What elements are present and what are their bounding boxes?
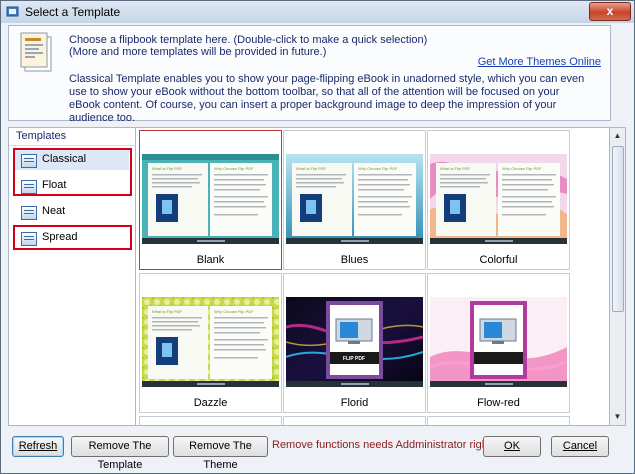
scroll-down-arrow-icon[interactable]: ▼ (610, 409, 625, 425)
close-button[interactable]: x (589, 2, 631, 21)
template-thumbnail: What is Flip PDF Why Choose Flip PDF (142, 297, 279, 387)
template-tile-blank[interactable]: What is Flip PDF Why Choose Flip PDF Bla… (139, 130, 282, 270)
ok-label: OK (504, 440, 520, 452)
refresh-label: Refresh (18, 440, 58, 452)
select-template-dialog: Select a Template x Choose a flipbook te… (0, 0, 635, 474)
flipbook-preview: What is Flip PDF Why Choose Flip PDF (286, 154, 423, 244)
page-title: Why Choose Flip PDF (358, 166, 398, 171)
template-icon (21, 206, 37, 220)
page-title: Why Choose Flip PDF (502, 166, 542, 171)
remove-theme-button[interactable]: Remove The Theme (173, 436, 268, 471)
template-tile-dazzle[interactable]: What is Flip PDF Why Choose Flip PDF Daz… (139, 273, 282, 413)
page-title: Why Choose Flip PDF (214, 166, 254, 171)
flipbook-preview: What is Flip PDF Why Choose Flip PDF (142, 297, 279, 387)
close-icon: x (606, 4, 614, 18)
gallery-scrollbar[interactable]: ▲ ▼ (609, 127, 626, 426)
template-thumbnail: What is Flip PDF Why Choose Flip PDF (142, 154, 279, 244)
page-title: What is Flip PDF (440, 166, 471, 171)
template-name: Florid (340, 397, 369, 409)
refresh-button[interactable]: Refresh (12, 436, 64, 457)
flipbook-preview: What is Flip PDF Why Choose Flip PDF (430, 154, 567, 244)
instruction-note: (More and more templates will be provide… (69, 46, 327, 58)
cancel-label: Cancel (562, 440, 598, 452)
template-name: Dazzle (193, 397, 228, 409)
sidebar-item-neat[interactable]: Neat (15, 202, 129, 222)
template-tile-colorful[interactable]: What is Flip PDF Why Choose Flip PDF Col… (427, 130, 570, 270)
template-thumbnail: What is Flip PDF Why Choose Flip PDF (430, 154, 567, 244)
get-more-themes-link[interactable]: Get More Themes Online (478, 56, 601, 68)
template-gallery: What is Flip PDF Why Choose Flip PDF Bla… (135, 127, 611, 426)
template-document-icon (20, 32, 52, 72)
template-tile-flow-red[interactable]: Flow-red (427, 273, 570, 413)
template-tile-partial[interactable] (427, 416, 570, 425)
title-bar[interactable]: Select a Template x (1, 1, 634, 23)
app-icon (6, 6, 19, 17)
admin-rights-warning: Remove functions needs Addministrator ri… (272, 439, 500, 451)
scroll-thumb[interactable] (612, 146, 624, 312)
button-bar: Refresh Remove The Template Remove The T… (1, 427, 634, 473)
highlight-box (13, 148, 132, 196)
template-tile-florid[interactable]: FLIP PDF Florid (283, 273, 426, 413)
template-name: Flow-red (477, 397, 520, 409)
sidebar-header: Templates (9, 128, 135, 146)
flipbook-preview (430, 297, 567, 387)
flipbook-preview: FLIP PDF (286, 297, 423, 387)
template-name: Blank (196, 254, 225, 266)
template-name: Colorful (479, 254, 518, 266)
template-thumbnail (430, 297, 567, 387)
page-title: What is Flip PDF (152, 166, 183, 171)
remove-template-label: Remove The Template (88, 440, 152, 471)
template-tile-blues[interactable]: What is Flip PDF Why Choose Flip PDF Blu… (283, 130, 426, 270)
templates-sidebar: Templates Classical Float Neat Spread (8, 127, 136, 426)
cancel-button[interactable]: Cancel (551, 436, 609, 457)
highlight-box (13, 225, 132, 250)
sidebar-item-label: Neat (42, 205, 66, 217)
page-title: Why Choose Flip PDF (214, 309, 254, 314)
template-description: Classical Template enables you to show y… (69, 73, 585, 124)
info-panel: Choose a flipbook template here. (Double… (8, 25, 611, 124)
template-thumbnail: What is Flip PDF Why Choose Flip PDF (286, 154, 423, 244)
remove-template-button[interactable]: Remove The Template (71, 436, 169, 471)
template-tile-partial[interactable] (283, 416, 426, 425)
template-thumbnail: FLIP PDF (286, 297, 423, 387)
scroll-up-arrow-icon[interactable]: ▲ (610, 128, 625, 144)
instruction-text: Choose a flipbook template here. (Double… (69, 34, 428, 46)
window-title: Select a Template (25, 5, 121, 19)
cover-title: FLIP PDF (343, 356, 365, 362)
remove-theme-label: Remove The Theme (189, 440, 252, 471)
template-tile-partial[interactable] (139, 416, 282, 425)
ok-button[interactable]: OK (483, 436, 541, 457)
page-title: What is Flip PDF (296, 166, 327, 171)
template-name: Blues (340, 254, 369, 266)
page-title: What is Flip PDF (152, 309, 183, 314)
flipbook-preview: What is Flip PDF Why Choose Flip PDF (142, 154, 279, 244)
